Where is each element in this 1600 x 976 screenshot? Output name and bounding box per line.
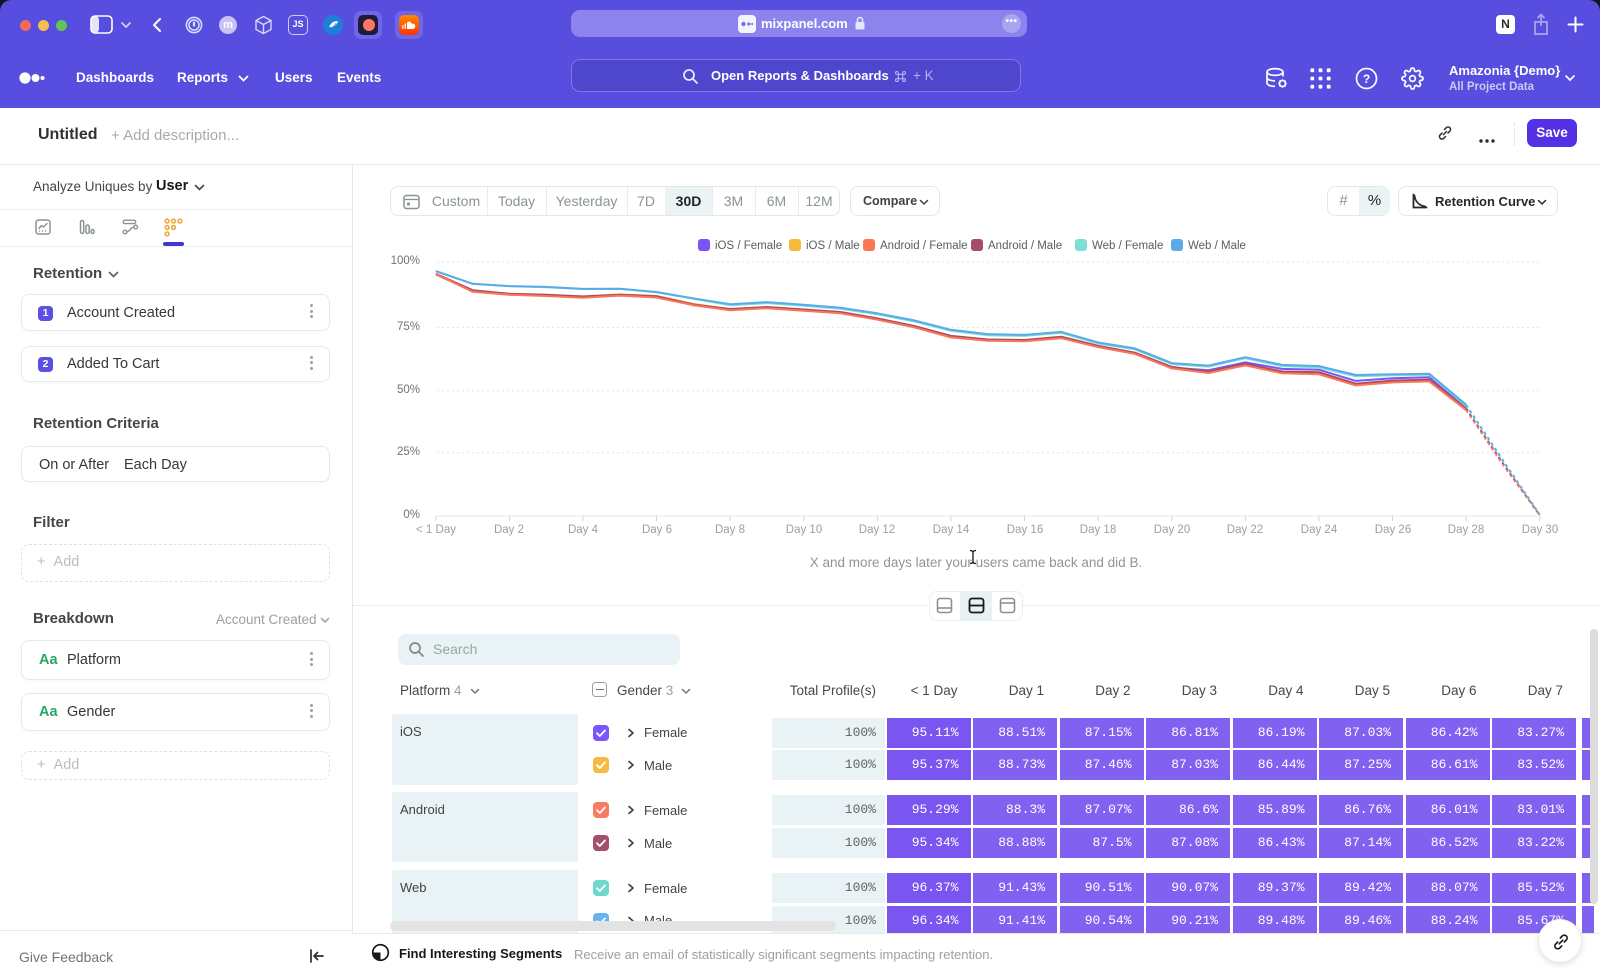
svg-text:?: ? (1363, 72, 1370, 86)
